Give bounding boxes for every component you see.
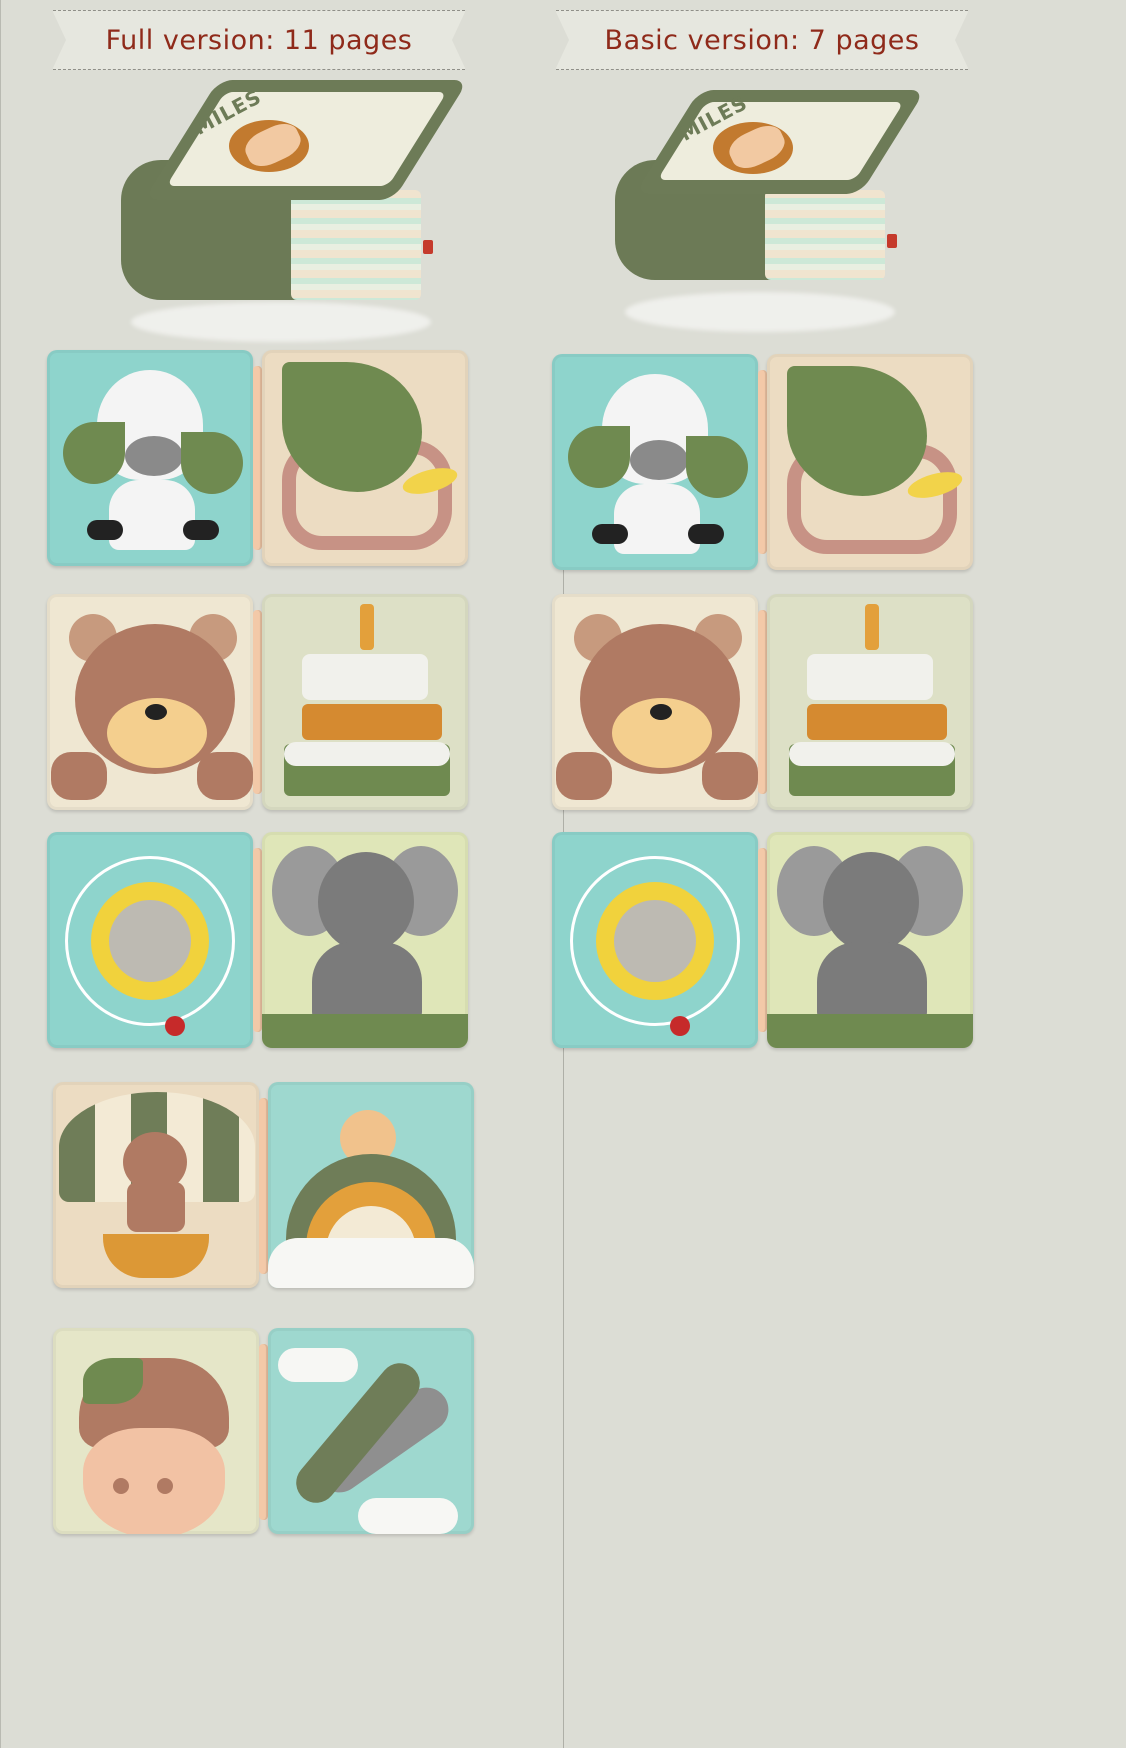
page-monkey-leaf <box>767 354 973 570</box>
page-sun-mirror <box>47 832 253 1048</box>
spread-hot-air-balloon <box>53 1082 474 1298</box>
spread-zebra-monkey-basic <box>552 354 973 570</box>
book-cover-image: MILES <box>121 80 469 342</box>
spread-sun-mirror-elephant-basic <box>552 832 973 1048</box>
page-zebra <box>552 354 758 570</box>
page-monkey-leaf <box>262 350 468 566</box>
page-bear <box>552 594 758 810</box>
page-airplane <box>268 1328 474 1534</box>
spread-zebra-monkey <box>47 350 468 566</box>
book-cover-image-basic: MILES <box>615 90 926 332</box>
page-birthday-cake <box>262 594 468 810</box>
page-birthday-cake <box>767 594 973 810</box>
page-hot-air-balloon <box>53 1082 259 1288</box>
spread-acorn-airplane <box>53 1328 474 1544</box>
basic-version-column: Basic version: 7 pages MILES <box>552 0 1126 1748</box>
full-version-banner: Full version: 11 pages <box>52 10 466 70</box>
page-rainbow <box>268 1082 474 1288</box>
spread-bear-cake-basic <box>552 594 973 810</box>
page-acorn <box>53 1328 259 1534</box>
spread-sun-mirror-elephant <box>47 832 468 1048</box>
full-version-column: Full version: 11 pages MILES <box>0 0 563 1748</box>
page-elephant <box>262 832 468 1048</box>
basic-version-label: Basic version: 7 pages <box>604 24 920 56</box>
full-version-label: Full version: 11 pages <box>105 24 413 56</box>
page-zebra <box>47 350 253 566</box>
spread-bear-cake <box>47 594 468 810</box>
basic-version-banner: Basic version: 7 pages <box>555 10 969 70</box>
page-sun-mirror <box>552 832 758 1048</box>
page-elephant <box>767 832 973 1048</box>
page-bear <box>47 594 253 810</box>
